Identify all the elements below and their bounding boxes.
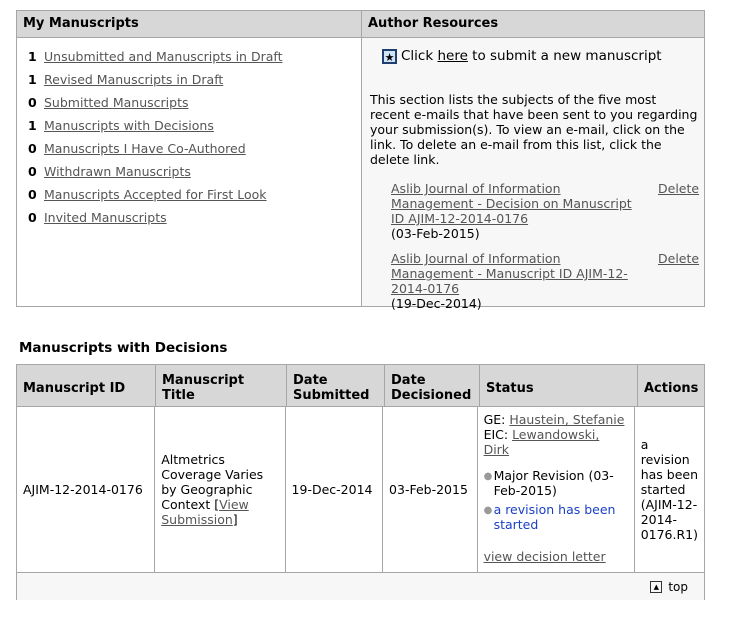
email-subject-link[interactable]: Aslib Journal of Information Management … xyxy=(391,181,646,226)
coauthored-link[interactable]: Manuscripts I Have Co-Authored xyxy=(44,141,246,156)
header-date-submitted: Date Submitted xyxy=(287,365,385,406)
email-delete-link[interactable]: Delete xyxy=(658,251,706,296)
header-manuscript-id: Manuscript ID xyxy=(17,365,156,406)
email-delete-link[interactable]: Delete xyxy=(658,181,706,226)
invited-link[interactable]: Invited Manuscripts xyxy=(44,210,167,225)
table-header-row: Manuscript ID Manuscript Title Date Subm… xyxy=(17,365,704,407)
manuscripts-with-decisions-link[interactable]: Manuscripts with Decisions xyxy=(44,118,214,133)
count: 1 xyxy=(28,118,37,133)
decisions-table: Manuscript ID Manuscript Title Date Subm… xyxy=(16,364,705,600)
bullet-icon: ● xyxy=(483,471,493,482)
cell-actions: a revision has been started (AJIM-12-201… xyxy=(640,437,699,542)
revised-drafts-link[interactable]: Revised Manuscripts in Draft xyxy=(44,72,223,87)
ge-name-link[interactable]: Haustein, Stefanie xyxy=(509,412,624,427)
table-row: AJIM-12-2014-0176 Altmetrics Coverage Va… xyxy=(17,407,704,573)
email-date: (19-Dec-2014) xyxy=(391,296,482,311)
list-item: 0 Withdrawn Manuscripts xyxy=(28,160,361,183)
view-decision-letter-link[interactable]: view decision letter xyxy=(484,549,606,564)
eic-label: EIC: xyxy=(483,427,513,442)
star-icon[interactable]: ★ xyxy=(382,48,397,64)
count: 0 xyxy=(28,95,37,110)
withdrawn-link[interactable]: Withdrawn Manuscripts xyxy=(44,164,191,179)
email-subject-link[interactable]: Aslib Journal of Information Management … xyxy=(391,251,646,296)
arrow-up-icon: ▲ xyxy=(650,581,663,593)
cell-date-decisioned: 03-Feb-2015 xyxy=(383,407,478,572)
count: 0 xyxy=(28,141,37,156)
cell-manuscript-id: AJIM-12-2014-0176 xyxy=(17,407,156,572)
list-item: 0 Submitted Manuscripts xyxy=(28,91,361,114)
unsubmitted-drafts-link[interactable]: Unsubmitted and Manuscripts in Draft xyxy=(44,49,282,64)
bracket-close: ] xyxy=(232,512,238,527)
my-manuscripts-header: My Manuscripts xyxy=(17,11,361,38)
decisions-section-title: Manuscripts with Decisions xyxy=(19,340,228,356)
status-major-revision: Major Revision (03-Feb-2015) xyxy=(493,468,614,498)
submit-here-link[interactable]: here xyxy=(437,48,467,64)
manuscript-list: 1 Unsubmitted and Manuscripts in Draft 1R… xyxy=(17,38,361,229)
header-actions: Actions xyxy=(644,380,699,396)
header-date-decisioned: Date Decisioned xyxy=(385,365,480,406)
list-item: 0 Manuscripts Accepted for First Look xyxy=(28,183,361,206)
cell-date-submitted: 19-Dec-2014 xyxy=(286,407,384,572)
ge-label: GE: xyxy=(483,412,510,427)
count: 0 xyxy=(28,164,37,179)
top-link-label: top xyxy=(668,580,688,594)
table-footer: ▲ top xyxy=(17,573,704,600)
bullet-icon: ● xyxy=(483,505,493,516)
list-item: 1 Revised Manuscripts in Draft xyxy=(28,68,361,91)
count: 0 xyxy=(28,210,37,225)
revision-started-link[interactable]: a revision has been started xyxy=(494,502,628,532)
top-panels: My Manuscripts 1 Unsubmitted and Manuscri… xyxy=(16,10,706,311)
count: 1 xyxy=(28,72,37,87)
header-manuscript-title: Manuscript Title xyxy=(156,365,287,406)
submit-new-row: ★ Click here to submit a new manuscript xyxy=(382,46,662,66)
author-resources-header: Author Resources xyxy=(362,11,704,38)
email-date: (03-Feb-2015) xyxy=(391,226,480,241)
submitted-manuscripts-link[interactable]: Submitted Manuscripts xyxy=(44,95,188,110)
submit-prefix: Click xyxy=(401,48,438,64)
my-manuscripts-panel: My Manuscripts 1 Unsubmitted and Manuscri… xyxy=(17,11,362,306)
author-resources-panel: Author Resources ★ Click here to submit a… xyxy=(362,11,706,311)
header-status: Status xyxy=(480,365,638,406)
count: 0 xyxy=(28,187,37,202)
accepted-first-look-link[interactable]: Manuscripts Accepted for First Look xyxy=(44,187,267,202)
back-to-top[interactable]: ▲ top xyxy=(650,580,688,594)
list-item: 1 Unsubmitted and Manuscripts in Draft xyxy=(28,45,361,68)
email-item: Aslib Journal of Information Management … xyxy=(391,251,706,311)
submit-suffix: to submit a new manuscript xyxy=(467,48,662,64)
cell-status: GE: Haustein, Stefanie EIC: Lewandowski,… xyxy=(478,407,635,572)
count: 1 xyxy=(28,49,37,64)
resources-description: This section lists the subjects of the f… xyxy=(370,92,698,167)
list-item: 1 Manuscripts with Decisions xyxy=(28,114,361,137)
list-item: 0 Manuscripts I Have Co-Authored xyxy=(28,137,361,160)
bracket-open: [ xyxy=(210,497,220,512)
list-item: 0 Invited Manuscripts xyxy=(28,206,361,229)
cell-manuscript-title: Altmetrics Coverage Varies by Geographic… xyxy=(155,407,286,572)
email-item: Aslib Journal of Information Management … xyxy=(391,181,706,241)
